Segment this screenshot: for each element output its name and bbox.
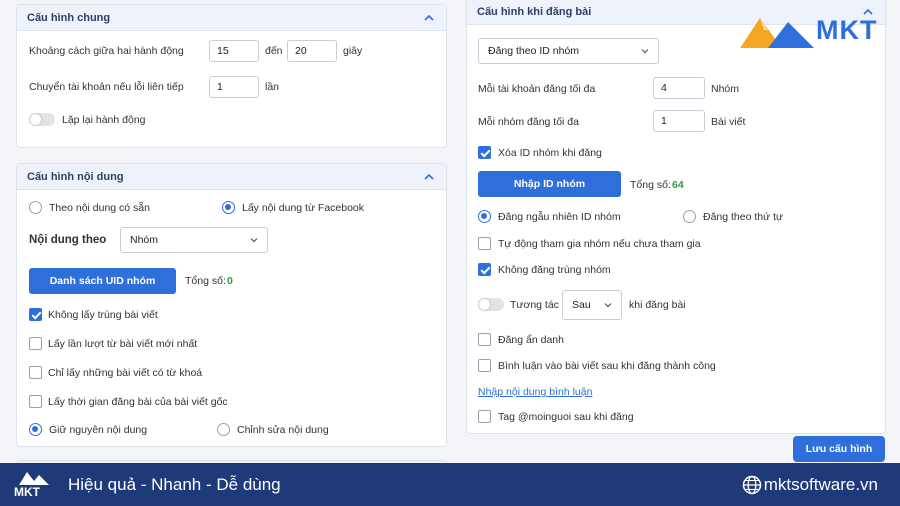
auto-join-label: Tự động tham gia nhóm nếu chưa tham gia — [498, 238, 701, 250]
save-config-button[interactable]: Lưu cấu hình — [793, 436, 885, 462]
radio-keep-content[interactable] — [29, 423, 42, 436]
max-per-group-input[interactable]: 1 — [653, 110, 705, 132]
comment-label: Bình luận vào bài viết sau khi đăng thàn… — [498, 360, 716, 372]
repeat-label: Lặp lại hành động — [62, 114, 146, 126]
delay-from-input[interactable]: 15 — [209, 40, 259, 62]
max-per-account-label: Mỗi tài khoản đăng tối đa — [478, 83, 596, 95]
radio-random-label: Đăng ngẫu nhiên ID nhóm — [498, 211, 621, 223]
auto-join-checkbox[interactable] — [478, 237, 491, 250]
general-config-title: Cấu hình chung — [27, 11, 111, 24]
delay-unit: giây — [343, 45, 363, 57]
original-time-label: Lấy thời gian đăng bài của bài viết gốc — [48, 396, 228, 408]
footer-banner: MKT Hiệu quả - Nhanh - Dễ dùng mktsoftwa… — [0, 463, 900, 506]
switch-account-input[interactable]: 1 — [209, 76, 259, 98]
repeat-toggle[interactable] — [29, 113, 55, 126]
radio-facebook-content[interactable] — [222, 201, 235, 214]
general-config-header[interactable]: Cấu hình chung — [17, 5, 446, 31]
mountain-logo-icon — [740, 18, 814, 48]
posting-config-title: Cấu hình khi đăng bài — [477, 5, 592, 18]
comment-checkbox[interactable] — [478, 359, 491, 372]
no-dup-post-label: Không lấy trùng bài viết — [48, 309, 158, 321]
keyword-label: Chỉ lấy những bài viết có từ khoá — [48, 367, 203, 379]
content-by-value: Nhóm — [130, 234, 159, 246]
chevron-up-icon[interactable] — [422, 11, 436, 25]
no-dup-post-checkbox[interactable] — [29, 308, 42, 321]
anonymous-checkbox[interactable] — [478, 333, 491, 346]
comment-content-link[interactable]: Nhập nội dung bình luận — [478, 386, 592, 398]
max-per-account-unit: Nhóm — [711, 83, 740, 95]
posting-config-panel: Cấu hình khi đăng bài Đăng theo ID nhóm … — [466, 0, 886, 434]
switch-account-label: Chuyển tài khoản nếu lỗi liên tiếp — [29, 81, 184, 93]
tag-everyone-checkbox[interactable] — [478, 410, 491, 423]
interact-when-value: Sau — [572, 299, 591, 311]
content-total-label: Tổng số: — [185, 275, 226, 287]
footer-logo-text: MKT — [14, 485, 40, 499]
footer-slogan: Hiệu quả - Nhanh - Dễ dùng — [68, 475, 281, 494]
radio-random-group[interactable] — [478, 210, 491, 223]
footer-logo: MKT — [14, 470, 54, 500]
uid-list-button[interactable]: Danh sách UID nhóm — [29, 268, 176, 294]
tag-everyone-label: Tag @moinguoi sau khi đăng — [498, 411, 634, 423]
chevron-down-icon — [604, 303, 612, 308]
max-per-account-input[interactable]: 4 — [653, 77, 705, 99]
posting-total-value: 64 — [672, 179, 684, 191]
delete-id-label: Xóa ID nhóm khi đăng — [498, 147, 602, 159]
radio-edit-label: Chỉnh sửa nội dung — [237, 424, 329, 436]
latest-post-checkbox[interactable] — [29, 337, 42, 350]
no-dup-group-label: Không đăng trùng nhóm — [498, 264, 611, 276]
delay-label: Khoảng cách giữa hai hành động — [29, 45, 184, 57]
chevron-up-icon[interactable] — [422, 170, 436, 184]
max-per-group-unit: Bài viết — [711, 116, 746, 128]
brand-logo-text: MKT — [816, 15, 878, 45]
footer-website[interactable]: mktsoftware.vn — [764, 475, 878, 495]
delete-id-checkbox[interactable] — [478, 146, 491, 159]
brand-logo: MKT — [738, 12, 888, 52]
radio-facebook-label: Lấy nội dung từ Facebook — [242, 202, 365, 214]
delay-to-input[interactable]: 20 — [287, 40, 337, 62]
interact-suffix: khi đăng bài — [629, 299, 686, 311]
chevron-down-icon — [250, 238, 258, 243]
radio-edit-content[interactable] — [217, 423, 230, 436]
delay-to-label: đến — [265, 45, 283, 57]
interact-when-select[interactable]: Sau — [562, 290, 622, 320]
keyword-checkbox[interactable] — [29, 366, 42, 379]
content-total-value: 0 — [227, 275, 233, 287]
switch-account-unit: lần — [265, 81, 280, 93]
interact-label: Tương tác — [510, 299, 559, 311]
radio-order-group[interactable] — [683, 210, 696, 223]
import-group-id-button[interactable]: Nhập ID nhóm — [478, 171, 621, 197]
radio-order-label: Đăng theo thứ tự — [703, 211, 784, 223]
original-time-checkbox[interactable] — [29, 395, 42, 408]
posting-total-label: Tổng số: — [630, 179, 671, 191]
general-config-panel: Cấu hình chung Khoảng cách giữa hai hành… — [16, 4, 447, 148]
radio-available-label: Theo nội dung có sẵn — [49, 202, 150, 214]
globe-icon — [742, 475, 762, 495]
no-dup-group-checkbox[interactable] — [478, 263, 491, 276]
post-mode-value: Đăng theo ID nhóm — [488, 45, 580, 57]
anonymous-label: Đăng ẩn danh — [498, 334, 564, 346]
content-by-select[interactable]: Nhóm — [120, 227, 268, 253]
radio-available-content[interactable] — [29, 201, 42, 214]
mountain-logo-icon — [19, 472, 49, 485]
latest-post-label: Lấy lần lượt từ bài viết mới nhất — [48, 338, 198, 350]
post-mode-select[interactable]: Đăng theo ID nhóm — [478, 38, 659, 64]
max-per-group-label: Mỗi nhóm đăng tối đa — [478, 116, 579, 128]
interact-toggle[interactable] — [478, 298, 504, 311]
content-config-header[interactable]: Cấu hình nội dung — [17, 164, 446, 190]
content-config-panel: Cấu hình nội dung Theo nội dung có sẵn L… — [16, 163, 447, 447]
chevron-down-icon — [641, 49, 649, 54]
radio-keep-label: Giữ nguyên nội dung — [49, 424, 148, 436]
content-config-title: Cấu hình nội dung — [27, 170, 124, 183]
content-by-label: Nội dung theo — [29, 234, 107, 246]
